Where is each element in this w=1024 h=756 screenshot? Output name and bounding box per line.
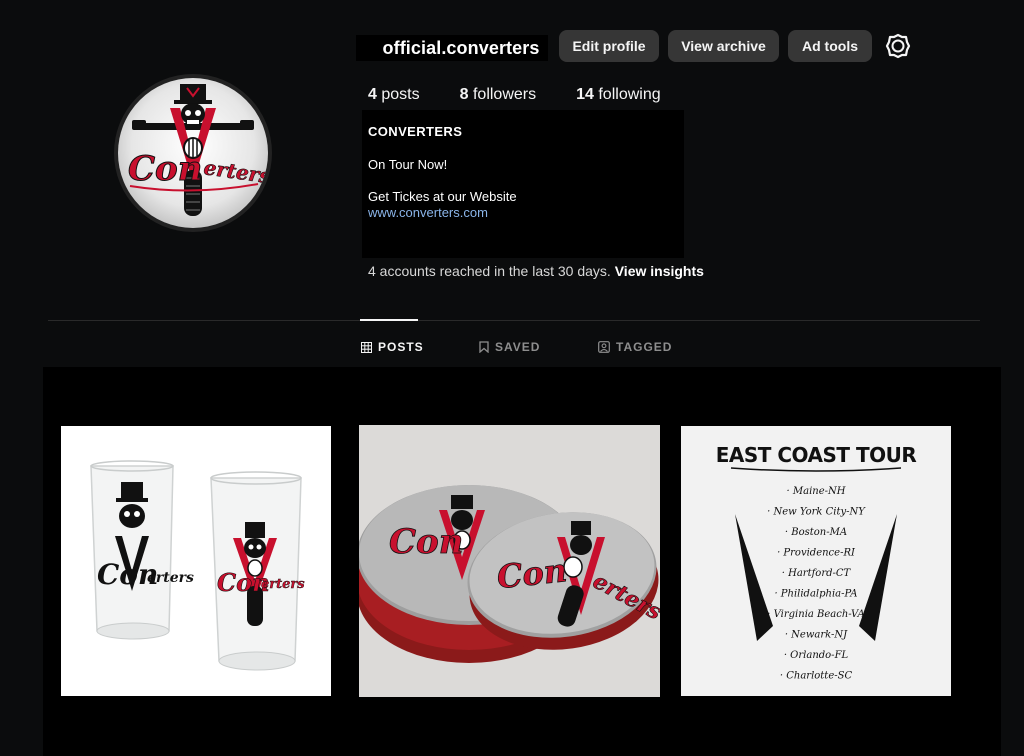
posts-count: 4 posts	[368, 86, 420, 104]
followers-link[interactable]: 8 followers	[460, 86, 537, 104]
bio-line-2: Get Tickes at our Website	[368, 189, 517, 204]
grid-icon	[361, 341, 372, 353]
tag-icon	[598, 341, 610, 353]
insights-text: 4 accounts reached in the last 30 days.	[368, 263, 611, 279]
tour-city: · Maine-NH	[787, 486, 846, 497]
converters-logo-icon: Con erters	[128, 84, 268, 216]
svg-text:Con: Con	[389, 522, 463, 562]
tour-poster-image: EAST COAST TOUR · Maine-NH · New York Cit…	[681, 426, 951, 696]
profile-page: Con erters official.converters Edit prof…	[0, 0, 1024, 756]
posts-count-label: posts	[381, 86, 420, 103]
tour-city: · Providence-RI	[777, 548, 856, 559]
profile-avatar[interactable]: Con erters	[114, 74, 272, 232]
profile-bio: CONVERTERS On Tour Now! Get Tickes at ou…	[362, 110, 684, 258]
edit-profile-button[interactable]: Edit profile	[559, 30, 659, 62]
post-glasses[interactable]: Con erters Con erters	[61, 426, 331, 696]
view-archive-button[interactable]: View archive	[668, 30, 779, 62]
svg-text:erters: erters	[147, 570, 194, 586]
posts-count-value: 4	[368, 86, 377, 103]
svg-text:Con: Con	[495, 551, 569, 596]
following-count-label: following	[598, 86, 661, 103]
tour-city: · Virginia Beach-VA	[767, 609, 864, 620]
tab-saved[interactable]: SAVED	[479, 340, 540, 354]
bookmark-icon	[479, 341, 489, 353]
post-coasters[interactable]: Con Con erters	[359, 425, 660, 697]
active-tab-indicator	[360, 319, 418, 321]
tab-posts-label: POSTS	[378, 340, 424, 354]
svg-text:Con: Con	[128, 149, 202, 189]
followers-count-label: followers	[472, 86, 537, 103]
profile-username: official.converters	[382, 37, 540, 58]
gear-icon[interactable]	[885, 33, 911, 59]
glasses-image: Con erters Con erters	[61, 426, 331, 696]
tour-city: · Boston-MA	[785, 527, 847, 538]
svg-text:erters: erters	[261, 577, 305, 592]
post-east-coast-tour[interactable]: EAST COAST TOUR · Maine-NH · New York Cit…	[681, 426, 951, 696]
tour-city: · Charlotte-SC	[780, 671, 853, 682]
coasters-image: Con Con erters	[359, 425, 660, 697]
following-link[interactable]: 14 following	[576, 86, 661, 104]
username-box: official.converters	[356, 35, 548, 61]
tour-city: · Philidalphia-PA	[774, 589, 857, 600]
tour-title: EAST COAST TOUR	[716, 443, 917, 467]
tour-city: · New York City-NY	[767, 507, 866, 518]
tour-city: · Orlando-FL	[784, 650, 849, 661]
profile-stats: 4 posts 8 followers 14 following	[368, 86, 701, 104]
bio-line-1: On Tour Now!	[368, 157, 448, 172]
bio-website-link[interactable]: www.converters.com	[368, 205, 678, 221]
following-count-value: 14	[576, 86, 594, 103]
view-insights-link[interactable]: View insights	[615, 263, 704, 279]
tab-saved-label: SAVED	[495, 340, 541, 354]
profile-divider	[48, 320, 980, 321]
tab-tagged-label: TAGGED	[616, 340, 673, 354]
insights-summary: 4 accounts reached in the last 30 days. …	[368, 263, 704, 279]
ad-tools-button[interactable]: Ad tools	[788, 30, 872, 62]
tour-city: · Hartford-CT	[782, 568, 852, 579]
tour-city: · Newark-NJ	[785, 630, 848, 641]
svg-text:erters: erters	[202, 155, 268, 188]
tab-tagged[interactable]: TAGGED	[598, 340, 672, 354]
avatar-image: Con erters	[118, 78, 268, 228]
bio-name: CONVERTERS	[368, 124, 463, 139]
tab-posts[interactable]: POSTS	[361, 340, 424, 354]
followers-count-value: 8	[459, 86, 469, 103]
